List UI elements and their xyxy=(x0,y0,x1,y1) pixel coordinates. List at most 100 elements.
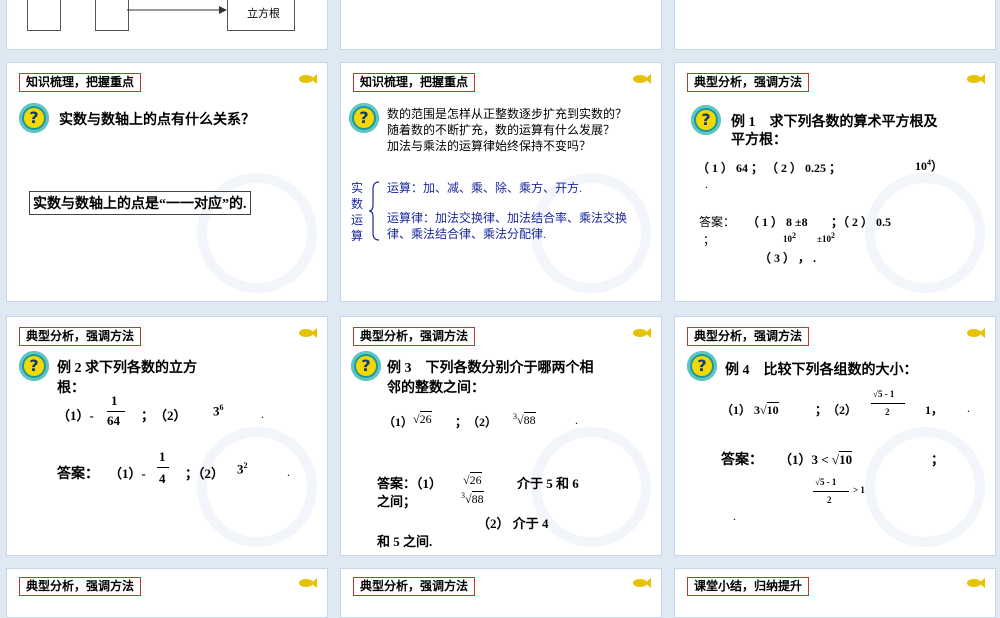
period: . xyxy=(967,401,970,415)
period: . xyxy=(733,509,736,523)
item-2: ； （2） xyxy=(815,403,858,417)
slide-top-middle xyxy=(340,0,662,50)
answer-2-value: 32 xyxy=(237,461,248,477)
slide-example-2: 典型分析，强调方法 ? 例 2 求下列各数的立方 根： （1）- 1 64 ； … xyxy=(6,316,328,556)
slide-example-3: 典型分析，强调方法 ? 例 3 下列各数分别介于哪两个相 邻的整数之间： （1）… xyxy=(340,316,662,556)
answer-line-4: 和 5 之间. xyxy=(377,534,433,549)
example-title-1: 例 3 下列各数分别介于哪两个相 xyxy=(387,361,594,376)
answer-fraction-numerator: 1 xyxy=(159,449,166,464)
fish-icon xyxy=(967,578,985,588)
answer-2-relation: > 1 xyxy=(853,485,865,495)
watermark xyxy=(197,427,317,547)
answer-label: 答案： xyxy=(57,467,99,482)
slide-bottom-left: 典型分析，强调方法 xyxy=(6,568,328,618)
answer-2: ；（2） xyxy=(185,466,225,481)
slide-number-range: 知识梳理，把握重点 ? 数的范围是怎样从正整数逐步扩充到实数的？ 随着数的不断扩… xyxy=(340,62,662,302)
question-line-1: 数的范围是怎样从正整数逐步扩充到实数的？ xyxy=(387,107,628,121)
item-2-value: 36 xyxy=(213,403,224,419)
example-title-1: 例 1 求下列各数的算术平方根及 xyxy=(731,115,938,130)
example-title-2: 邻的整数之间： xyxy=(387,381,485,396)
example-title: 例 4 比较下列各组数的大小： xyxy=(725,363,918,378)
answer-2-numerator: √5 - 1 xyxy=(815,477,837,487)
answer-value-2: 3√88 xyxy=(461,491,484,506)
question-icon: ? xyxy=(351,351,381,381)
answer-line-1: 答案：（1） xyxy=(377,476,443,491)
fraction-bar xyxy=(107,411,125,412)
answer-value-1: √26 xyxy=(463,472,482,487)
operations-line: 运算：加、减、乘、除、乘方、开方. xyxy=(387,181,583,195)
flow-box-1 xyxy=(27,0,61,31)
item-2-fraction-num: √5 - 1 xyxy=(873,389,895,399)
slide-header: 典型分析，强调方法 xyxy=(353,327,476,346)
item-2-fraction-den: 2 xyxy=(885,407,890,417)
period: . xyxy=(575,413,578,427)
answer-fraction-denominator: 4 xyxy=(159,471,166,486)
slide-real-numbers: 知识梳理，把握重点 ? 实数与数轴上的点有什么关系？ 实数与数轴上的点是“一一对… xyxy=(6,62,328,302)
fish-icon xyxy=(299,328,317,338)
slide-header: 典型分析，强调方法 xyxy=(353,577,476,596)
slide-example-4: 典型分析，强调方法 ? 例 4 比较下列各组数的大小： （1） 3√10 ； （… xyxy=(674,316,996,556)
slide-header: 典型分析，强调方法 xyxy=(19,577,142,596)
fish-icon xyxy=(967,74,985,84)
answer-between: 介于 5 和 6 xyxy=(517,476,579,491)
item-2-fraction-bar xyxy=(871,403,905,404)
side-char: 数 xyxy=(351,197,364,211)
slide-header: 课堂小结，归纳提升 xyxy=(687,577,810,596)
fish-icon xyxy=(967,328,985,338)
example-title-2: 平方根： xyxy=(731,133,787,148)
question-icon: ? xyxy=(19,351,49,381)
root-label: 立方根 xyxy=(247,8,280,20)
answer-line-3: （2） 介于 4 xyxy=(477,516,549,531)
item-2-value: 3√88 xyxy=(513,412,536,427)
item-1: （1） xyxy=(383,415,414,429)
slide-example-1: 典型分析，强调方法 ? 例 1 求下列各数的算术平方根及 平方根： （ 1 ） … xyxy=(674,62,996,302)
slide-header: 典型分析，强调方法 xyxy=(687,73,810,92)
slide-top-left: 立方根 xyxy=(6,0,328,50)
example-title-1: 例 2 求下列各数的立方 xyxy=(57,361,197,376)
fish-icon xyxy=(299,74,317,84)
slide-bottom-right: 课堂小结，归纳提升 xyxy=(674,568,996,618)
answer-3: （ 3 ） ， . xyxy=(759,251,817,265)
fish-icon xyxy=(299,578,317,588)
side-char: 算 xyxy=(351,229,364,243)
side-char: 运 xyxy=(351,213,364,227)
item-1-value: √26 xyxy=(413,411,432,426)
flow-arrow xyxy=(127,6,227,14)
slide-top-right xyxy=(674,0,996,50)
slide-bottom-middle: 典型分析，强调方法 xyxy=(340,568,662,618)
laws-line-1: 运算律：加法交换律、加法结合率、乘法交换 xyxy=(387,211,628,225)
answer-2: ；（ 2 ） 0.5 xyxy=(831,215,892,229)
example-title-2: 根： xyxy=(57,381,85,396)
answer-label: 答案： xyxy=(699,215,736,229)
semicolon: ； xyxy=(703,233,716,247)
question-line-2: 随着数的不断扩充，数的运算有什么发展？ xyxy=(387,123,616,137)
question-icon: ? xyxy=(687,351,717,381)
answer-text: 实数与数轴上的点是“一一对应”的. xyxy=(29,191,251,215)
flow-box-2 xyxy=(95,0,129,31)
fish-icon xyxy=(633,328,651,338)
fraction-numerator: 1 xyxy=(111,393,118,408)
period: . xyxy=(261,407,264,421)
question-text: 实数与数轴上的点有什么关系？ xyxy=(59,113,255,128)
slide-header: 知识梳理，把握重点 xyxy=(19,73,142,92)
slide-header: 典型分析，强调方法 xyxy=(687,327,810,346)
example-items: （ 1 ） 64 ； （ 2 ） 0.25 ； xyxy=(697,161,842,175)
watermark xyxy=(865,427,985,547)
watermark xyxy=(865,173,985,293)
item-2: ； （2） xyxy=(141,408,187,423)
example-item-3: 104） xyxy=(915,158,944,173)
answer-1: （ 1 ） 8 ±8 xyxy=(747,215,808,229)
item-1: （1）- xyxy=(57,408,94,423)
fish-icon xyxy=(633,578,651,588)
question-icon: ? xyxy=(349,103,379,133)
period: . xyxy=(705,177,708,191)
answer-1: （1）- xyxy=(109,466,146,481)
item-1: （1） 3√10 xyxy=(721,402,779,417)
item-2-rest: 1， xyxy=(925,403,944,417)
answer-power-2: ±102 xyxy=(817,231,835,244)
slide-header: 典型分析，强调方法 xyxy=(19,327,142,346)
side-char: 实 xyxy=(351,181,364,195)
answer-2-bar xyxy=(813,491,849,492)
answer-1: （1）3 < √10 xyxy=(779,451,853,467)
question-icon: ? xyxy=(19,103,49,133)
